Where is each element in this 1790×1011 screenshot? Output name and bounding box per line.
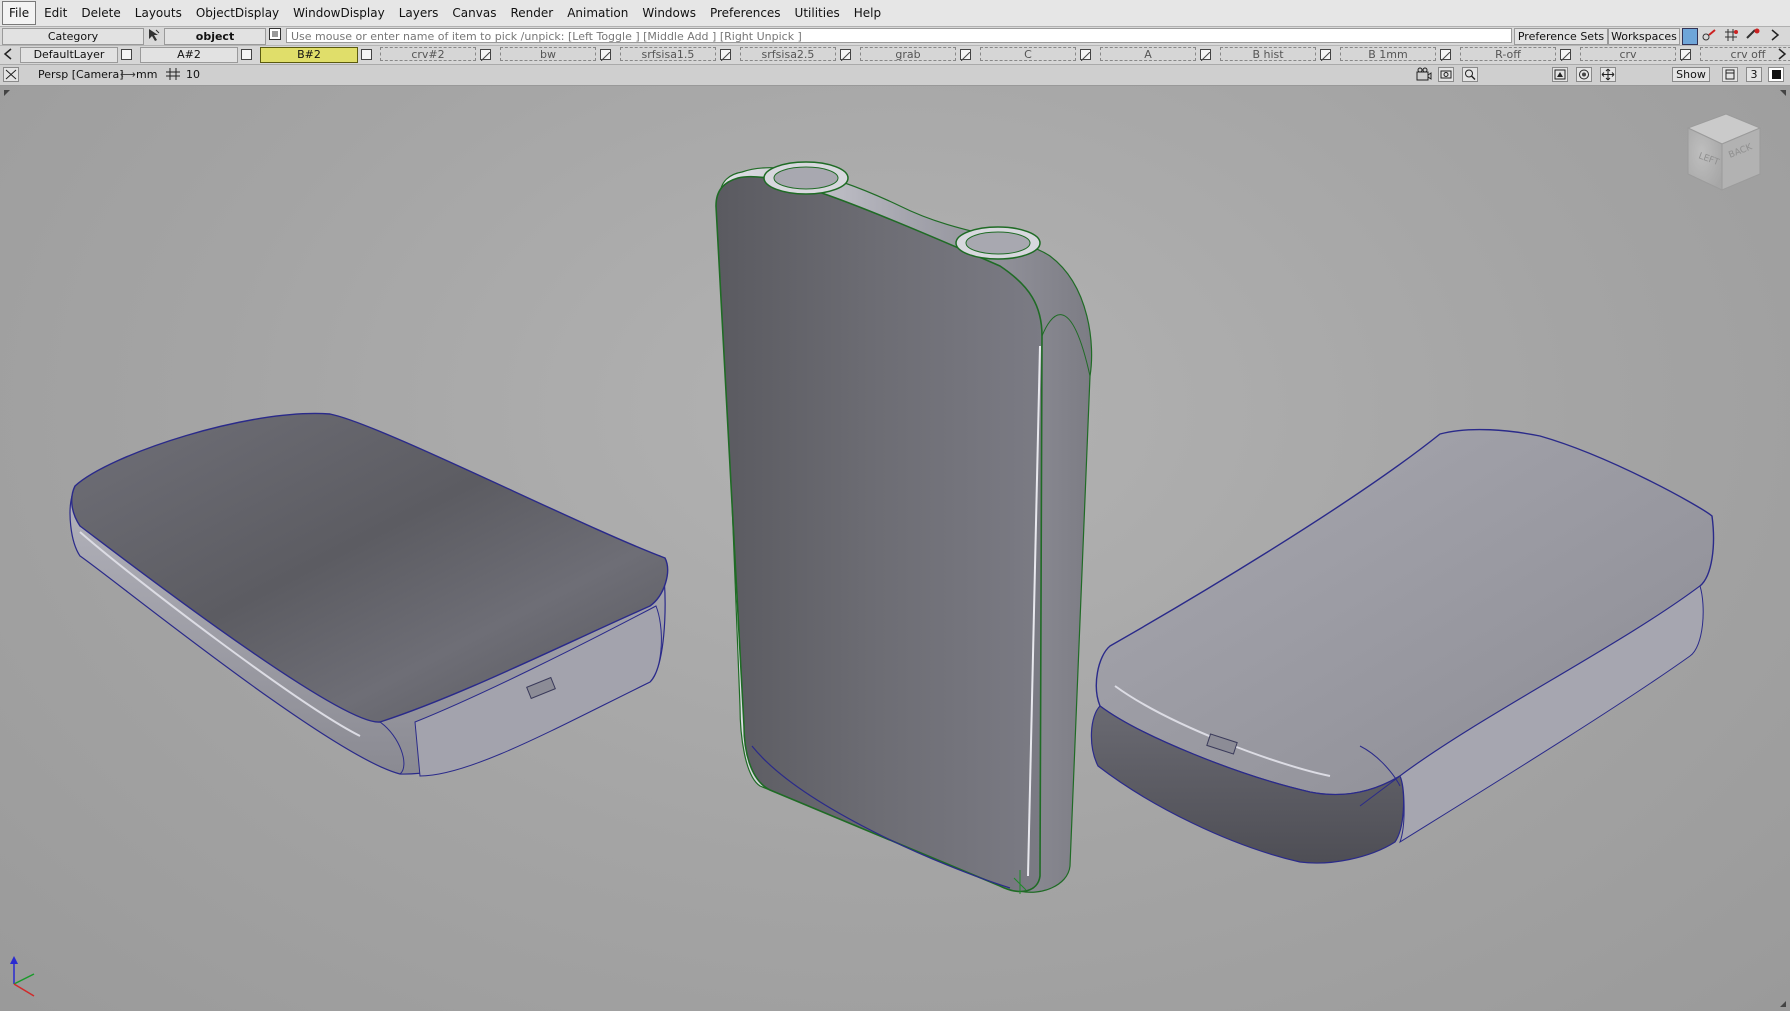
perspective-viewport[interactable]: LEFT BACK (0, 86, 1790, 1011)
menu-windows[interactable]: Windows (636, 2, 702, 24)
layer-a2-visibility-checkbox[interactable] (241, 49, 252, 60)
layer-chip-visibility-checkbox[interactable] (1320, 49, 1331, 62)
layer-chip-visibility-checkbox[interactable] (1080, 49, 1091, 62)
left-device-model[interactable] (69, 412, 669, 777)
viewport-close-icon[interactable] (3, 67, 19, 82)
prompt-list-icon[interactable] (268, 28, 282, 43)
pick-prompt-input[interactable]: Use mouse or enter name of item to pick … (286, 28, 1512, 43)
category-dropdown[interactable]: Category (2, 28, 144, 45)
menu-edit[interactable]: Edit (38, 2, 73, 24)
camera-icon[interactable] (1416, 67, 1432, 82)
show-button[interactable]: Show (1672, 67, 1710, 82)
menu-bar: File Edit Delete Layouts ObjectDisplay W… (0, 0, 1790, 27)
pickbar-scroll-right-icon[interactable] (1768, 28, 1782, 43)
menu-delete[interactable]: Delete (75, 2, 126, 24)
shading-icon[interactable] (1576, 67, 1592, 82)
layer-chip-visibility-checkbox[interactable] (1440, 49, 1451, 62)
layer-a2[interactable]: A#2 (140, 47, 238, 63)
layer-default[interactable]: DefaultLayer (20, 47, 118, 63)
viewport-corner-marker-br (1780, 1001, 1786, 1007)
layer-chip[interactable]: crv#2 (380, 47, 476, 61)
layerbar-scroll-left-icon[interactable] (2, 47, 14, 61)
menu-windowdisplay[interactable]: WindowDisplay (287, 2, 391, 24)
grid-snap-icon[interactable] (1722, 28, 1740, 43)
menu-objectdisplay[interactable]: ObjectDisplay (190, 2, 285, 24)
menu-canvas[interactable]: Canvas (446, 2, 502, 24)
layer-chip-visibility-checkbox[interactable] (1200, 49, 1211, 62)
layer-chip[interactable]: R-off (1460, 47, 1556, 61)
view-fit-icon[interactable] (1552, 67, 1568, 82)
menu-preferences[interactable]: Preferences (704, 2, 787, 24)
move-camera-icon[interactable] (1600, 67, 1616, 82)
viewport-count[interactable]: 3 (1746, 67, 1762, 82)
layer-chip[interactable]: A (1100, 47, 1196, 61)
layer-chip[interactable]: crv (1580, 47, 1676, 61)
workspaces-button[interactable]: Workspaces (1608, 28, 1680, 45)
pick-object-button[interactable]: object (164, 28, 266, 45)
layer-chip[interactable]: B 1mm (1340, 47, 1436, 61)
layer-chip-visibility-checkbox[interactable] (720, 49, 731, 62)
layer-chip[interactable]: B hist (1220, 47, 1316, 61)
preference-sets-button[interactable]: Preference Sets (1514, 28, 1608, 45)
viewport-corner-marker-tl (4, 90, 10, 96)
menu-layouts[interactable]: Layouts (129, 2, 188, 24)
zoom-icon[interactable] (1462, 67, 1478, 82)
view-cube[interactable]: LEFT BACK (1686, 113, 1762, 191)
viewport-units: mm (136, 68, 158, 81)
layout-icon[interactable] (1722, 67, 1738, 82)
layer-chip[interactable]: grab (860, 47, 956, 61)
layer-chip-visibility-checkbox[interactable] (840, 49, 851, 62)
layer-chip[interactable]: C (980, 47, 1076, 61)
layer-b2-active[interactable]: B#2 (260, 47, 358, 63)
pick-cursor-icon[interactable] (146, 28, 162, 43)
workspace-active-icon[interactable] (1682, 28, 1698, 45)
units-arrow-icon: ⟷ (120, 68, 136, 81)
layer-b2-visibility-checkbox[interactable] (361, 49, 372, 60)
maximize-icon[interactable] (1768, 67, 1784, 82)
right-device-model[interactable] (1090, 428, 1715, 864)
viewport-title: Persp [Camera] (38, 68, 124, 81)
layer-chip[interactable]: bw (500, 47, 596, 61)
layer-chip-visibility-checkbox[interactable] (480, 49, 491, 62)
menu-render[interactable]: Render (504, 2, 559, 24)
center-device-model[interactable] (715, 161, 1093, 894)
viewport-grid-size: 10 (186, 68, 200, 81)
layer-bar: DefaultLayer A#2 B#2 crv#2 bw srfsisa1.5 sr… (0, 46, 1790, 65)
axis-triad-icon (10, 956, 35, 997)
pick-bar: Category object Use mouse or enter name … (0, 27, 1790, 46)
viewport-header: Persp [Camera] ⟷ mm 10 Show 3 (0, 65, 1790, 86)
layer-chip-visibility-checkbox[interactable] (960, 49, 971, 62)
layer-chip-visibility-checkbox[interactable] (1560, 49, 1571, 62)
layerbar-scroll-right-icon[interactable] (1776, 47, 1788, 61)
film-icon[interactable] (1438, 67, 1454, 82)
layer-chip[interactable]: srfsisa2.5 (740, 47, 836, 61)
menu-help[interactable]: Help (848, 2, 887, 24)
layer-chip-visibility-checkbox[interactable] (1680, 49, 1691, 62)
viewport-corner-marker-tr (1780, 90, 1786, 96)
layer-default-visibility-checkbox[interactable] (121, 49, 132, 60)
layer-chip-visibility-checkbox[interactable] (600, 49, 611, 62)
menu-file[interactable]: File (2, 1, 37, 25)
menu-layers[interactable]: Layers (393, 2, 445, 24)
layer-chip[interactable]: srfsisa1.5 (620, 47, 716, 61)
menu-animation[interactable]: Animation (561, 2, 634, 24)
menu-utilities[interactable]: Utilities (789, 2, 846, 24)
magnet-icon[interactable] (1744, 28, 1762, 43)
snap-icon[interactable] (1700, 28, 1718, 43)
grid-icon (165, 67, 181, 86)
